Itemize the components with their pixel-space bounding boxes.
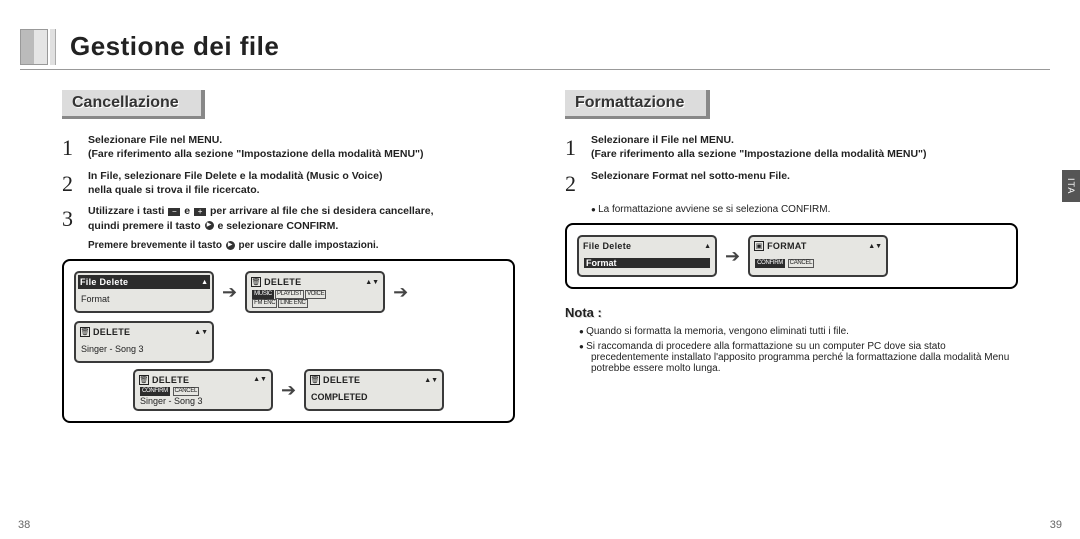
pill: LINE ENC (278, 299, 307, 308)
right-step-2: 2 Selezionare Format nel sotto-menu File… (565, 169, 1018, 199)
step-number: 3 (62, 204, 80, 234)
updown-icon: ▲▼ (253, 376, 267, 383)
arrow-right-icon (725, 246, 740, 267)
section-header-cancel: Cancellazione (62, 90, 205, 119)
step-number: 1 (62, 133, 80, 163)
lcd-title: DELETE (93, 327, 191, 337)
play-key-icon (226, 241, 235, 250)
step-body: Selezionare il File nel MENU. (Fare rife… (591, 133, 1018, 163)
note-item-1: Quando si formatta la memoria, vengono e… (565, 326, 1018, 337)
lcd-screen-delete-confirm: 🗑 DELETE ▲▼ CONFIRM CANCEL Singer - Song… (133, 369, 273, 411)
updown-icon: ▲▼ (365, 279, 379, 286)
lcd-screen-file-menu-format: File Delete ▲ Format (577, 235, 717, 277)
exit-b: per uscire dalle impostazioni. (239, 240, 379, 251)
updown-icon: ▲▼ (868, 243, 882, 250)
step3-part-d: quindi premere il tasto (88, 220, 201, 232)
plus-key-icon (194, 208, 206, 216)
step3-part-b: e (184, 205, 190, 217)
step2-line1: In File, selezionare File Delete e la mo… (88, 170, 382, 182)
lcd-line1: File Delete (80, 277, 198, 287)
step-number: 2 (62, 169, 80, 199)
lcd-line: COMPLETED (311, 392, 437, 402)
arrow-right-icon (393, 282, 408, 303)
lcd-flow-row: File Delete ▲ Format 🗑 DELETE ▲▼ M (62, 259, 515, 423)
pill: VOICE (305, 290, 326, 299)
left-column: Cancellazione 1 Selezionare File nel MEN… (62, 90, 515, 509)
page-title: Gestione dei file (70, 31, 279, 62)
updown-icon: ▲ (704, 243, 711, 250)
lcd-screen-file-menu: File Delete ▲ Format (74, 271, 214, 313)
pill: CONFIRM (140, 387, 170, 396)
step1-line2: (Fare riferimento alla sezione "Impostaz… (88, 148, 424, 160)
step1-line1: Selezionare File nel MENU. (88, 134, 222, 146)
language-tab: ITA (1062, 170, 1080, 202)
lcd-title: DELETE (264, 277, 362, 287)
header-ornament-left (20, 29, 48, 65)
left-step-2: 2 In File, selezionare File Delete e la … (62, 169, 515, 199)
lcd-line: Singer - Song 3 (81, 344, 207, 354)
updown-icon: ▲▼ (424, 377, 438, 384)
rstep1-line2: (Fare riferimento alla sezione "Impostaz… (591, 148, 927, 160)
trash-icon: 🗑 (251, 277, 261, 287)
lcd-flow-row-right: File Delete ▲ Format ▣ FORMAT ▲▼ CONFIRM… (565, 223, 1018, 289)
section-header-format: Formattazione (565, 90, 710, 119)
exit-instruction: Premere brevemente il tasto per uscire d… (88, 240, 515, 251)
step-body: Selezionare File nel MENU. (Fare riferim… (88, 133, 515, 163)
minus-key-icon (168, 208, 180, 216)
step3-part-c: per arrivare al file che si desidera can… (210, 205, 434, 217)
content-columns: Cancellazione 1 Selezionare File nel MEN… (62, 90, 1018, 509)
pill: CONFIRM (755, 259, 785, 268)
step-number: 2 (565, 169, 583, 199)
left-step-3: 3 Utilizzare i tasti e per arrivare al f… (62, 204, 515, 234)
pill: MUSIC (252, 290, 274, 299)
lcd-screen-delete-song: 🗑 DELETE ▲▼ Singer - Song 3 (74, 321, 214, 363)
step-body: In File, selezionare File Delete e la mo… (88, 169, 515, 199)
lcd-screen-delete-completed: 🗑 DELETE ▲▼ COMPLETED (304, 369, 444, 411)
rstep1-line1: Selezionare il File nel MENU. (591, 134, 734, 146)
step3-part-a: Utilizzare i tasti (88, 205, 164, 217)
note-item-2: Si raccomanda di procedere alla formatta… (565, 341, 1018, 374)
lcd-line2: Format (81, 294, 207, 304)
pill: CANCEL (173, 387, 200, 396)
right-column: Formattazione 1 Selezionare il File nel … (565, 90, 1018, 509)
pill: PLAYLIST (275, 290, 304, 299)
rstep2-line1: Selezionare Format nel sotto-menu File. (591, 170, 790, 182)
pill: CANCEL (788, 259, 815, 268)
lcd-line: Singer - Song 3 (140, 396, 266, 406)
step-number: 1 (565, 133, 583, 163)
lcd-screen-format-confirm: ▣ FORMAT ▲▼ CONFIRM CANCEL (748, 235, 888, 277)
lcd-title: DELETE (323, 375, 421, 385)
right-step-1: 1 Selezionare il File nel MENU. (Fare ri… (565, 133, 1018, 163)
page-header: Gestione dei file (20, 24, 1050, 70)
step3-part-e: e selezionare CONFIRM. (217, 220, 338, 232)
trash-icon: 🗑 (139, 375, 149, 385)
left-step-1: 1 Selezionare File nel MENU. (Fare rifer… (62, 133, 515, 163)
updown-icon: ▲▼ (194, 329, 208, 336)
lcd-title: DELETE (152, 375, 250, 385)
lcd-title: FORMAT (767, 241, 865, 251)
rstep2-bullet: La formattazione avviene se si seleziona… (591, 204, 1018, 215)
trash-icon: 🗑 (80, 327, 90, 337)
step-body: Selezionare Format nel sotto-menu File. (591, 169, 1018, 199)
lcd-screen-delete-tabs: 🗑 DELETE ▲▼ MUSICPLAYLISTVOICE FM ENCLIN… (245, 271, 385, 313)
play-key-icon (205, 221, 214, 230)
step-body: Utilizzare i tasti e per arrivare al fil… (88, 204, 515, 234)
pill: FM ENC (252, 299, 277, 308)
page-number-left: 38 (18, 519, 30, 531)
lcd-line2: Format (584, 258, 710, 268)
lcd-line1: File Delete (583, 241, 701, 251)
arrow-right-icon (222, 282, 237, 303)
arrow-right-icon (281, 380, 296, 401)
trash-icon: 🗑 (310, 375, 320, 385)
page-number-right: 39 (1050, 519, 1062, 531)
disk-icon: ▣ (754, 241, 764, 251)
updown-icon: ▲ (201, 279, 208, 286)
exit-a: Premere brevemente il tasto (88, 240, 222, 251)
step2-line2: nella quale si trova il file ricercato. (88, 184, 260, 196)
note-label: Nota : (565, 305, 1018, 320)
header-ornament-right (50, 29, 56, 65)
